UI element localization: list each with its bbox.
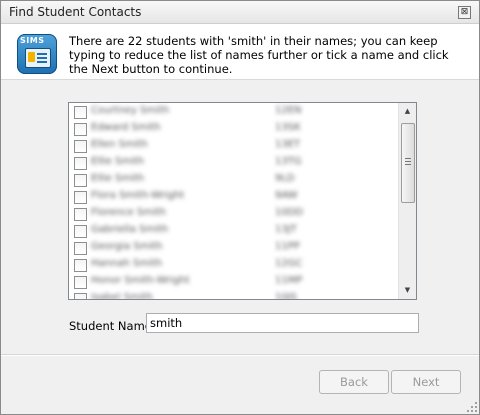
student-row[interactable]: Ellie Smith 9LD: [69, 172, 399, 189]
student-row[interactable]: Edward Smith 13SK: [69, 121, 399, 138]
sims-app-icon: SIMS: [17, 34, 57, 74]
student-name-label: Student Name:: [69, 319, 156, 333]
student-checkbox[interactable]: [74, 208, 87, 221]
window-title: Find Student Contacts: [9, 5, 142, 19]
student-row[interactable]: Flora Smith-Wright 9AW: [69, 189, 399, 206]
scroll-thumb[interactable]: [401, 123, 415, 203]
student-reg-group: 13SK: [275, 122, 301, 133]
student-row[interactable]: Ellen Smith 13ET: [69, 138, 399, 155]
student-checkbox[interactable]: [74, 293, 87, 299]
student-name: Honor Smith-Wright: [91, 275, 190, 286]
info-banner: SIMS There are 22 students with 'smith' …: [1, 24, 479, 80]
student-reg-group: 13ET: [275, 139, 301, 150]
student-checkbox[interactable]: [74, 174, 87, 187]
student-checkbox[interactable]: [74, 259, 87, 272]
student-name: Flora Smith-Wright: [91, 190, 185, 201]
student-row[interactable]: Courtney Smith 12EN: [69, 104, 399, 121]
student-name: Hannah Smith: [91, 258, 163, 269]
dialog-window: Find Student Contacts ⊠ SIMS There are 2…: [0, 0, 480, 415]
student-row[interactable]: Ellie Smith 13TG: [69, 155, 399, 172]
contact-card-icon: [25, 48, 51, 68]
student-row[interactable]: Isabel Smith 10JS: [69, 291, 399, 300]
student-row[interactable]: Honor Smith-Wright 11MP: [69, 274, 399, 291]
student-checkbox[interactable]: [74, 157, 87, 170]
student-checkbox[interactable]: [74, 123, 87, 136]
student-row[interactable]: Florence Smith 10DD: [69, 206, 399, 223]
student-reg-group: 13TG: [275, 156, 302, 167]
student-name: Ellen Smith: [91, 139, 148, 150]
scroll-down-icon[interactable]: ▼: [399, 282, 416, 299]
student-reg-group: 10JS: [275, 292, 298, 300]
resize-grip-icon[interactable]: [465, 400, 477, 412]
student-reg-group: 9AW: [275, 190, 298, 201]
footer-divider: [1, 354, 479, 356]
student-name: Ellie Smith: [91, 156, 145, 167]
student-row[interactable]: Gabriella Smith 13JT: [69, 223, 399, 240]
student-name: Isabel Smith: [91, 292, 153, 300]
title-bar[interactable]: Find Student Contacts ⊠: [1, 1, 479, 24]
student-name: Gabriella Smith: [91, 224, 169, 235]
student-reg-group: 12GC: [275, 258, 303, 269]
student-name: Florence Smith: [91, 207, 166, 218]
student-checkbox[interactable]: [74, 140, 87, 153]
instruction-message: There are 22 students with 'smith' in th…: [69, 34, 449, 76]
student-checkbox[interactable]: [74, 225, 87, 238]
student-checkbox[interactable]: [74, 106, 87, 119]
next-button[interactable]: Next: [391, 370, 461, 394]
student-name-input[interactable]: [146, 313, 419, 333]
student-row[interactable]: Georgia Smith 11PP: [69, 240, 399, 257]
student-reg-group: 11PP: [275, 241, 300, 252]
back-button[interactable]: Back: [319, 370, 389, 394]
student-name: Edward Smith: [91, 122, 161, 133]
student-name: Ellie Smith: [91, 173, 145, 184]
student-reg-group: 11MP: [275, 275, 303, 286]
student-reg-group: 13JT: [275, 224, 297, 235]
student-checkbox[interactable]: [74, 191, 87, 204]
student-checkbox[interactable]: [74, 276, 87, 289]
student-name: Georgia Smith: [91, 241, 163, 252]
student-reg-group: 9LD: [275, 173, 295, 184]
app-icon-label: SIMS: [20, 36, 45, 45]
scroll-up-icon[interactable]: ▲: [399, 103, 416, 120]
student-reg-group: 12EN: [275, 105, 302, 116]
student-name: Courtney Smith: [91, 105, 170, 116]
list-scrollbar[interactable]: ▲ ▼: [398, 103, 416, 299]
student-reg-group: 10DD: [275, 207, 304, 218]
student-row[interactable]: Hannah Smith 12GC: [69, 257, 399, 274]
close-icon[interactable]: ⊠: [458, 6, 471, 19]
student-checkbox[interactable]: [74, 242, 87, 255]
student-list[interactable]: Courtney Smith 12EN Edward Smith 13SK Ellen …: [68, 102, 417, 300]
